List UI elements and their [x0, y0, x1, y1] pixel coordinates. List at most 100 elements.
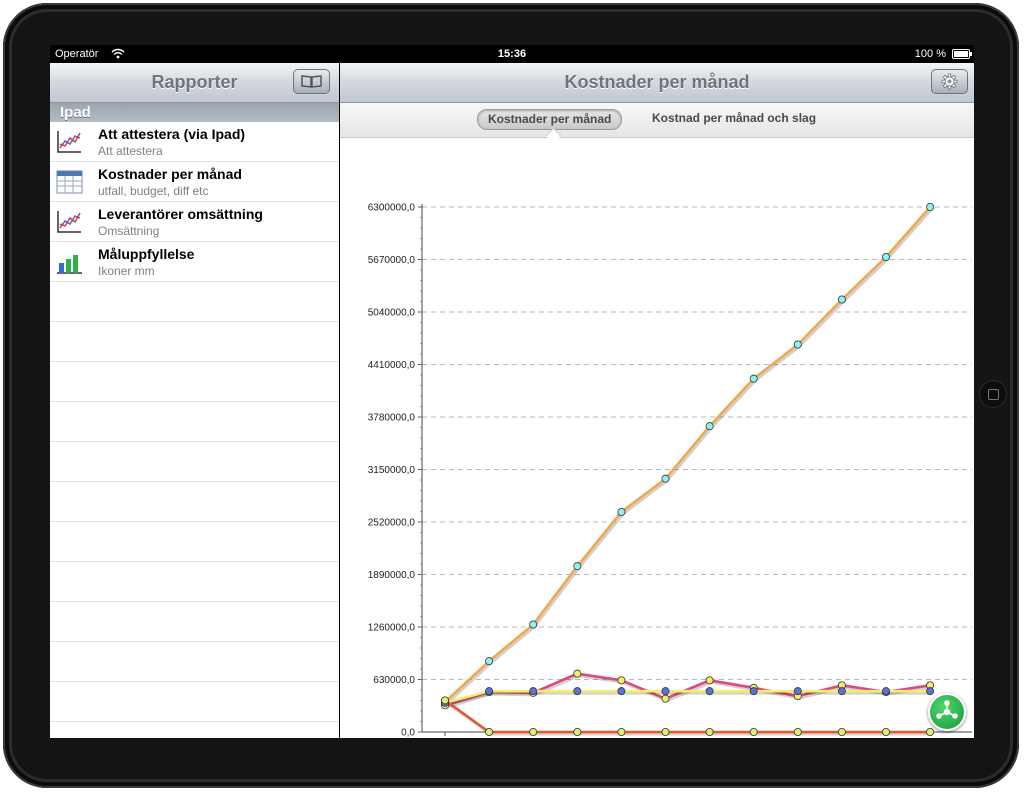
y-tick-label: 630000,0: [373, 675, 415, 686]
y-tick-label: 4410000,0: [368, 360, 416, 371]
segmented-control: Kostnader per månad Kostnad per månad oc…: [340, 103, 974, 138]
home-button[interactable]: [979, 380, 1007, 408]
data-point: [661, 728, 670, 737]
data-point: [705, 728, 714, 737]
list-item[interactable]: Att attestera (via Ipad) Att attestera: [50, 122, 339, 162]
data-point: [573, 728, 582, 737]
list-item-title: Måluppfyllelse: [98, 246, 195, 262]
bar-chart-icon: [57, 255, 82, 274]
y-tick-label: 6300000,0: [368, 203, 416, 214]
list-item-subtitle: Ikoner mm: [98, 264, 155, 278]
cost-line-chart: 0,0 630000,0 1260000,0 1890000,0 2520000,0 31…: [368, 203, 972, 739]
data-point: [529, 687, 538, 696]
data-point: [793, 340, 802, 349]
battery-icon: [952, 49, 972, 59]
line-chart-icon: [57, 131, 81, 153]
data-point: [749, 374, 758, 383]
screen: Operatör 15:36 100 % Rapporter Ipad Att …: [50, 45, 974, 738]
tab-kostnad-per-manad-och-slag[interactable]: Kostnad per månad och slag: [642, 109, 826, 128]
report-list: Att attestera (via Ipad) Att attestera K…: [50, 122, 339, 722]
data-point: [661, 474, 670, 483]
empty-row: [50, 402, 339, 442]
y-tick-label: 3780000,0: [368, 413, 416, 424]
data-point: [529, 620, 538, 629]
data-point: [617, 507, 626, 516]
data-point: [617, 728, 626, 737]
data-point: [529, 728, 538, 737]
data-point: [837, 295, 846, 304]
data-point: [441, 696, 450, 705]
section-header: Ipad: [50, 103, 339, 122]
series-shadow: [445, 701, 932, 736]
data-point: [882, 253, 891, 262]
chart-options-button[interactable]: [928, 693, 966, 731]
data-point: [617, 676, 626, 685]
data-point: [661, 694, 670, 703]
master-pane: Rapporter Ipad Att attestera (via Ipad) …: [50, 63, 339, 738]
tab-kostnader-per-manad[interactable]: Kostnader per månad: [477, 109, 623, 130]
data-point: [573, 562, 582, 571]
data-point: [926, 203, 935, 212]
data-point: [837, 728, 846, 737]
data-point: [882, 728, 891, 737]
data-point: [573, 687, 582, 696]
list-item-title: Kostnader per månad: [98, 166, 242, 182]
data-point: [485, 657, 494, 666]
empty-row: [50, 282, 339, 322]
empty-row: [50, 322, 339, 362]
status-time: 15:36: [497, 48, 527, 60]
empty-row: [50, 522, 339, 562]
empty-row: [50, 482, 339, 522]
empty-row: [50, 602, 339, 642]
data-point: [705, 687, 714, 696]
master-navbar: Rapporter: [50, 63, 339, 103]
empty-row: [50, 682, 339, 722]
list-item-title: Leverantörer omsättning: [98, 206, 263, 222]
data-point: [837, 687, 846, 696]
detail-title: Kostnader per månad: [564, 72, 750, 92]
data-point: [926, 728, 935, 737]
data-point: [485, 728, 494, 737]
data-point: [793, 728, 802, 737]
settings-button[interactable]: [931, 69, 968, 94]
data-point: [705, 422, 714, 431]
detail-pane: Kostnader per månad Kostnader per månad …: [340, 63, 974, 738]
battery-label: 100 %: [914, 48, 946, 60]
empty-row: [50, 562, 339, 602]
data-point: [573, 669, 582, 678]
y-tick-label: 1890000,0: [368, 570, 416, 581]
y-tick-label: 0,0: [401, 728, 415, 739]
bookmarks-button[interactable]: [293, 69, 330, 94]
y-tick-label: 3150000,0: [368, 465, 416, 476]
empty-row: [50, 642, 339, 682]
data-point: [926, 687, 935, 696]
list-item-title: Att attestera (via Ipad): [98, 126, 246, 142]
gear-icon: [941, 73, 958, 90]
list-item[interactable]: Måluppfyllelse Ikoner mm: [50, 242, 339, 282]
y-tick-label: 2520000,0: [368, 518, 416, 529]
list-item-subtitle: utfall, budget, diff etc: [98, 184, 209, 198]
data-point: [749, 687, 758, 696]
data-point: [705, 676, 714, 685]
data-point: [661, 687, 670, 696]
series-line: [444, 699, 931, 734]
detail-navbar: Kostnader per månad: [340, 63, 974, 103]
empty-row: [50, 442, 339, 482]
line-chart-icon: [57, 211, 81, 233]
network-icon: [936, 700, 958, 719]
data-point: [485, 687, 494, 696]
y-tick-label: 5670000,0: [368, 255, 416, 266]
list-item[interactable]: Kostnader per månad utfall, budget, diff…: [50, 162, 339, 202]
empty-row: [50, 362, 339, 402]
data-point: [617, 687, 626, 696]
list-item-subtitle: Omsättning: [98, 224, 160, 238]
list-item[interactable]: Leverantörer omsättning Omsättning: [50, 202, 339, 242]
status-bar: Operatör 15:36 100 %: [50, 45, 974, 63]
data-point: [793, 687, 802, 696]
table-icon: [56, 170, 83, 194]
y-tick-label: 1260000,0: [368, 623, 416, 634]
y-tick-label: 5040000,0: [368, 308, 416, 319]
data-point: [882, 687, 891, 696]
book-icon: [301, 75, 322, 88]
data-point: [749, 728, 758, 737]
